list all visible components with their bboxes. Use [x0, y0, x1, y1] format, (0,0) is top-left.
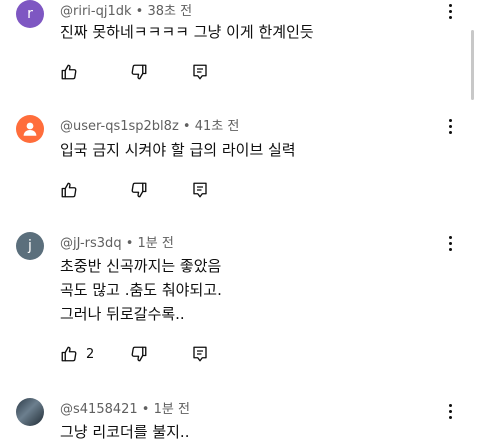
meta-separator: •: [137, 402, 154, 417]
meta-separator: •: [178, 119, 195, 134]
comment-meta: @user-qs1sp2bl8z • 41초 전: [60, 115, 239, 134]
reply-button[interactable]: [191, 61, 209, 83]
comment-text: 진짜 못하네ㅋㅋㅋㅋ 그냥 이게 한계인듯: [60, 20, 314, 44]
avatar[interactable]: [16, 398, 44, 426]
reply-button[interactable]: [191, 343, 209, 365]
meta-separator: •: [131, 4, 148, 19]
comment-author[interactable]: @riri-qj1dk: [60, 4, 132, 19]
reply-button[interactable]: [191, 179, 209, 201]
comment-time[interactable]: 1분 전: [154, 402, 190, 417]
dislike-icon: [131, 182, 147, 198]
like-count: 2: [86, 346, 95, 362]
comment-line: 초중반 신곡까지는 좋았음: [60, 257, 222, 275]
like-button[interactable]: [60, 61, 78, 83]
more-icon[interactable]: [448, 404, 454, 422]
comment-text: 그냥 리코더를 불지..: [60, 420, 189, 444]
comment-line: 입국 금지 시켜야 할 급의 라이브 실력: [60, 141, 296, 159]
more-icon[interactable]: [448, 236, 454, 254]
comment-time[interactable]: 38초 전: [147, 4, 192, 19]
comment-line: 곡도 많고 .춤도 춰야되고.: [60, 281, 222, 299]
scrollbar[interactable]: [471, 30, 474, 100]
comment-line: 그냥 리코더를 불지..: [60, 423, 190, 441]
comment-meta: @s4158421 • 1분 전: [60, 398, 190, 417]
comment-author[interactable]: @jJ-rs3dq: [60, 236, 122, 251]
like-button[interactable]: 2: [60, 343, 94, 365]
comment-time[interactable]: 1분 전: [138, 236, 174, 251]
comment-line: 그러나 뒤로갈수록..: [60, 305, 185, 323]
dislike-icon: [131, 64, 147, 80]
avatar-letter: r: [27, 6, 33, 22]
comment-line: 진짜 못하네ㅋㅋㅋㅋ 그냥 이게 한계인듯: [60, 23, 314, 41]
comment-author[interactable]: @user-qs1sp2bl8z: [60, 119, 179, 134]
meta-separator: •: [121, 236, 138, 251]
avatar[interactable]: r: [16, 0, 44, 28]
dislike-button[interactable]: [130, 179, 148, 201]
reply-icon: [193, 64, 207, 80]
like-icon: [61, 182, 77, 198]
dislike-button[interactable]: [130, 343, 148, 365]
avatar[interactable]: [16, 115, 44, 143]
comment-time[interactable]: 41초 전: [195, 119, 240, 134]
comment-meta: @jJ-rs3dq • 1분 전: [60, 232, 174, 251]
like-icon: [61, 64, 77, 80]
more-icon[interactable]: [448, 4, 454, 22]
comment-author[interactable]: @s4158421: [60, 402, 138, 417]
avatar-letter: j: [28, 238, 32, 254]
reply-icon: [193, 182, 207, 198]
avatar[interactable]: j: [16, 232, 44, 260]
reply-icon: [193, 346, 207, 362]
person-icon: [23, 122, 37, 136]
like-button[interactable]: [60, 179, 78, 201]
comment-meta: @riri-qj1dk • 38초 전: [60, 0, 192, 19]
dislike-icon: [131, 346, 147, 362]
like-icon: [61, 346, 77, 362]
comment-text: 입국 금지 시켜야 할 급의 라이브 실력: [60, 138, 296, 162]
dislike-button[interactable]: [130, 61, 148, 83]
more-icon[interactable]: [448, 119, 454, 137]
comment-text: 초중반 신곡까지는 좋았음 곡도 많고 .춤도 춰야되고. 그러나 뒤로갈수록.…: [60, 254, 222, 326]
